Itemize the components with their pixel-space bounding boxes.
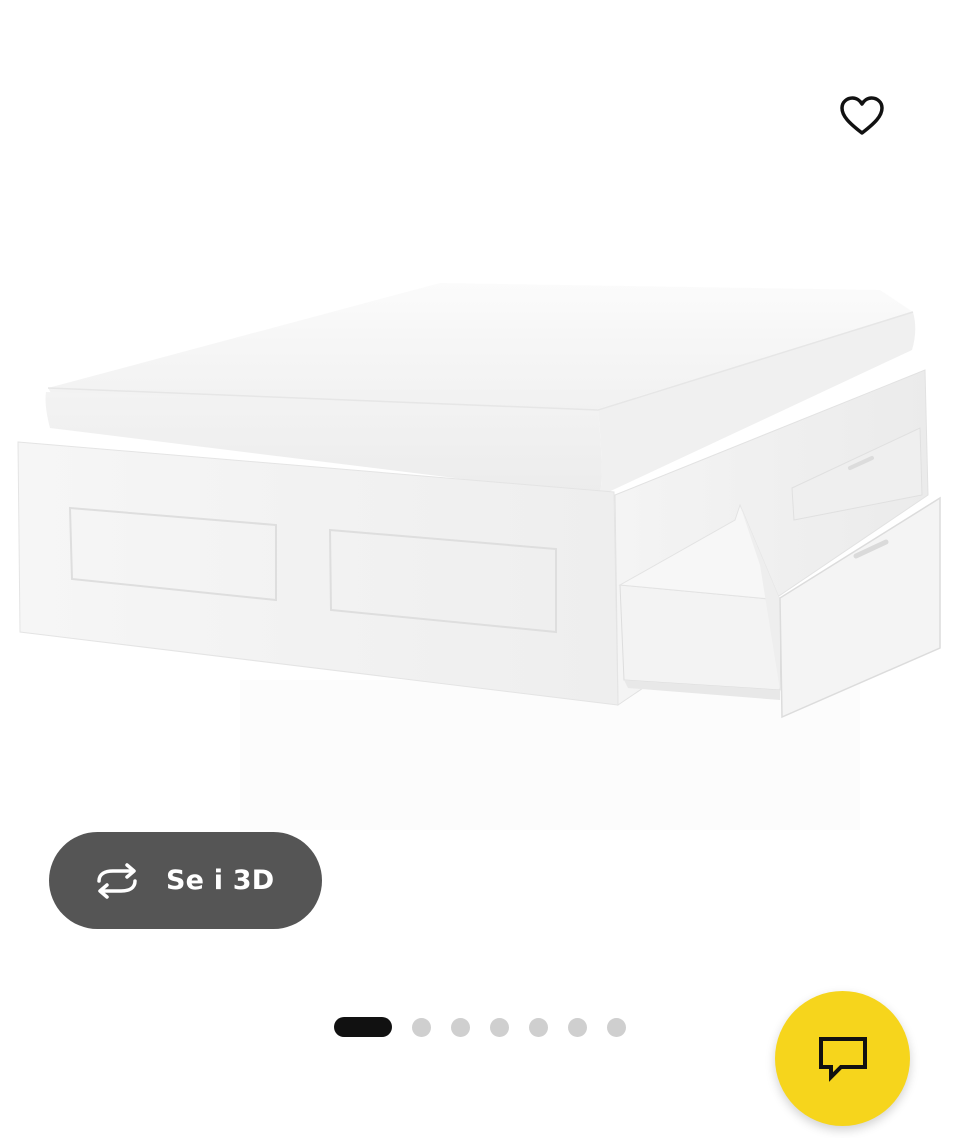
pager-dot[interactable]: [490, 1017, 509, 1037]
heart-outline-icon: [840, 96, 884, 135]
chat-bubble-icon: [818, 1036, 867, 1082]
pager-dot-active[interactable]: [334, 1017, 392, 1037]
view-3d-label: Se i 3D: [166, 865, 275, 896]
pager-dot[interactable]: [412, 1017, 431, 1037]
view-3d-button[interactable]: Se i 3D: [49, 832, 322, 929]
product-image[interactable]: [0, 0, 960, 860]
pager-dot[interactable]: [568, 1017, 587, 1037]
pager-dot[interactable]: [607, 1017, 626, 1037]
rotate-3d-icon: [91, 861, 143, 901]
pager-dot[interactable]: [529, 1017, 548, 1037]
pager-dot[interactable]: [451, 1017, 470, 1037]
image-pager: [334, 1017, 626, 1037]
favorite-button[interactable]: [830, 84, 894, 148]
chat-button[interactable]: [775, 991, 910, 1126]
